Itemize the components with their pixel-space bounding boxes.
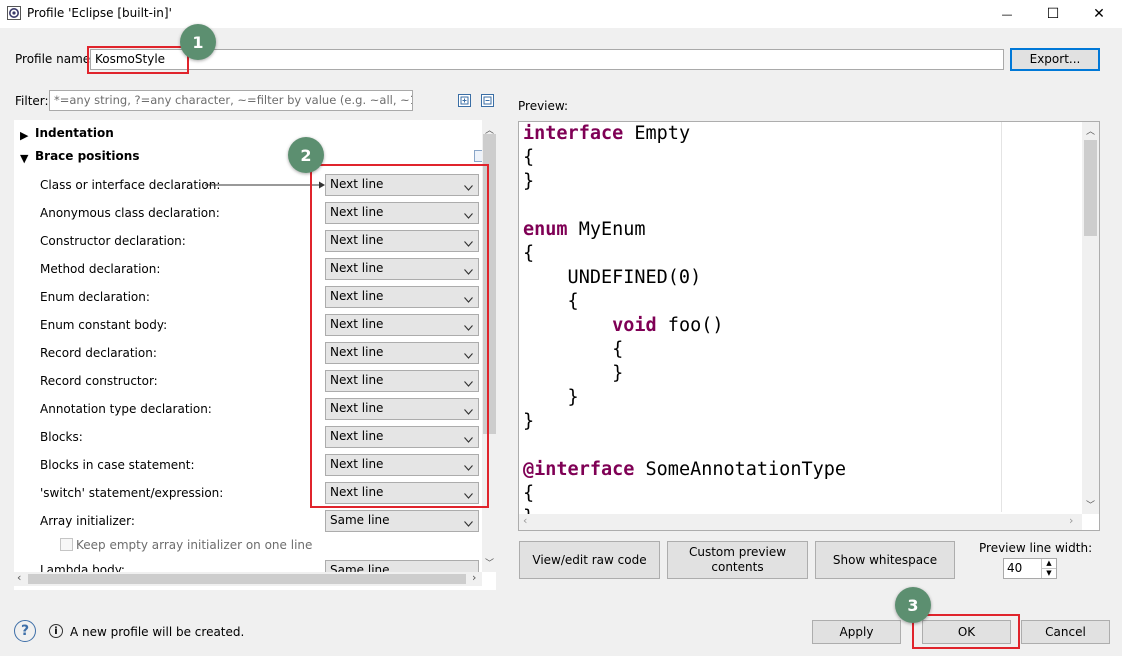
preview-label: Preview: xyxy=(518,99,569,113)
preview-horizontal-scrollbar[interactable]: ‹ › xyxy=(519,514,1082,530)
row-label: Method declaration: xyxy=(40,262,161,276)
custom-preview-line1: Custom preview xyxy=(688,545,787,559)
chevron-down-icon xyxy=(464,516,473,530)
cancel-button[interactable]: Cancel xyxy=(1021,620,1110,644)
keep-empty-array-label: Keep empty array initializer on one line xyxy=(76,538,313,552)
code-text: interface Empty {} enum MyEnum { UNDEFINED(… xyxy=(523,122,846,530)
scroll-right-icon[interactable]: › xyxy=(1069,514,1073,527)
profile-name-label: Profile name: xyxy=(15,52,95,66)
code-line: } xyxy=(523,387,579,408)
eclipse-icon xyxy=(7,6,21,20)
maximize-button[interactable]: ☐ xyxy=(1030,0,1076,28)
collapsed-arrow-icon[interactable]: ▶ xyxy=(20,129,28,142)
scrollbar-thumb[interactable] xyxy=(1084,140,1097,236)
minimize-icon: — xyxy=(1001,7,1013,21)
expanded-arrow-icon[interactable]: ▼ xyxy=(20,152,28,165)
apply-button[interactable]: Apply xyxy=(812,620,901,644)
close-button[interactable]: ✕ xyxy=(1076,0,1122,28)
code-preview: interface Empty {} enum MyEnum { UNDEFINED(… xyxy=(518,121,1100,531)
code-line: @interface SomeAnnotationType xyxy=(523,459,847,480)
maximize-icon: ☐ xyxy=(1046,6,1060,22)
scroll-down-icon[interactable]: ﹀ xyxy=(485,556,494,569)
section-indentation[interactable]: Indentation xyxy=(35,126,114,140)
highlight-brace-combos xyxy=(310,164,489,508)
code-line: UNDEFINED(0) xyxy=(523,267,702,288)
section-brace-positions[interactable]: Brace positions xyxy=(35,149,139,163)
line-width-value: 40 xyxy=(1007,561,1023,575)
scroll-down-icon[interactable]: ﹀ xyxy=(1086,498,1095,511)
row-label: Record declaration: xyxy=(40,346,157,360)
profile-name-input[interactable]: KosmoStyle xyxy=(90,49,1004,70)
row-label: Blocks in case statement: xyxy=(40,458,195,472)
custom-preview-button[interactable]: Custom preview contents xyxy=(667,541,808,579)
scroll-left-icon[interactable]: ‹ xyxy=(17,571,21,584)
row-label: Annotation type declaration: xyxy=(40,402,212,416)
code-line: interface Empty xyxy=(523,123,691,144)
info-icon: i xyxy=(49,624,63,638)
collapse-all-icon[interactable] xyxy=(481,94,494,107)
callout-3: 3 xyxy=(895,587,931,623)
status-message: A new profile will be created. xyxy=(70,625,245,639)
code-line: { xyxy=(523,291,579,312)
tree-horizontal-scrollbar[interactable]: ‹ › xyxy=(14,571,482,586)
row-label: Enum declaration: xyxy=(40,290,150,304)
scroll-right-icon[interactable]: › xyxy=(472,571,476,584)
row-label: Record constructor: xyxy=(40,374,158,388)
export-button[interactable]: Export... xyxy=(1010,48,1100,71)
highlight-ok-button xyxy=(912,614,1020,649)
spinner-up-icon[interactable]: ▲ xyxy=(1041,559,1056,568)
expand-all-icon[interactable] xyxy=(458,94,471,107)
spinner-down-icon[interactable]: ▼ xyxy=(1041,568,1056,578)
minimize-button[interactable]: — xyxy=(984,0,1030,28)
scroll-left-icon[interactable]: ‹ xyxy=(523,514,527,527)
filter-label: Filter: xyxy=(15,94,49,108)
pointer-arrow-icon xyxy=(205,181,325,189)
line-width-spinner[interactable]: 40 ▲ ▼ xyxy=(1003,558,1057,579)
callout-1: 1 xyxy=(180,24,216,60)
filter-input[interactable]: *=any string, ?=any character, ~=filter … xyxy=(49,90,413,111)
print-margin-line xyxy=(1001,122,1002,512)
code-line: } xyxy=(523,363,624,384)
close-icon: ✕ xyxy=(1093,6,1105,22)
code-line: enum MyEnum xyxy=(523,219,646,240)
row-label: Array initializer: xyxy=(40,514,135,528)
code-line: { xyxy=(523,147,535,168)
row-label: Class or interface declaration: xyxy=(40,178,221,192)
combo-value: Same line xyxy=(330,513,390,527)
help-icon[interactable]: ? xyxy=(14,620,36,642)
code-line: } xyxy=(523,411,535,432)
code-line: void foo() xyxy=(612,315,724,336)
custom-preview-line2: contents xyxy=(711,560,764,574)
window-title: Profile 'Eclipse [built-in]' xyxy=(27,6,172,20)
code-line: } xyxy=(523,171,535,192)
title-bar: Profile 'Eclipse [built-in]' — ☐ ✕ xyxy=(0,0,1122,28)
row-label: Enum constant body: xyxy=(40,318,168,332)
scrollbar-thumb[interactable] xyxy=(28,574,466,584)
code-line: { xyxy=(523,243,535,264)
code-line: { xyxy=(523,483,535,504)
code-line: { xyxy=(523,339,624,360)
show-whitespace-button[interactable]: Show whitespace xyxy=(815,541,955,579)
scroll-up-icon[interactable]: ︿ xyxy=(1086,124,1095,137)
keep-empty-array-checkbox[interactable] xyxy=(60,538,73,551)
view-raw-code-button[interactable]: View/edit raw code xyxy=(519,541,660,579)
row-label: 'switch' statement/expression: xyxy=(40,486,224,500)
highlight-profile-name xyxy=(87,46,189,74)
preview-vertical-scrollbar[interactable]: ︿ ﹀ xyxy=(1082,122,1099,514)
row-label: Constructor declaration: xyxy=(40,234,186,248)
row-label: Anonymous class declaration: xyxy=(40,206,220,220)
row-label: Blocks: xyxy=(40,430,83,444)
callout-2: 2 xyxy=(288,137,324,173)
line-width-label: Preview line width: xyxy=(979,541,1093,555)
combo-array-initializer[interactable]: Same line xyxy=(325,510,479,532)
